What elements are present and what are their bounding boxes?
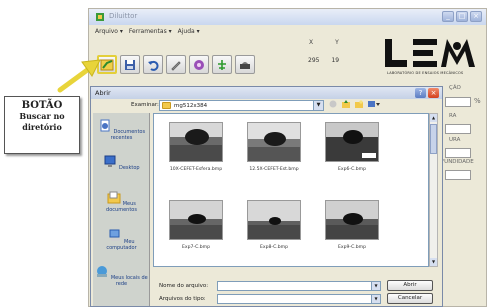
- callout-line-1: BOTÃO: [21, 100, 63, 111]
- menu-ferramentas[interactable]: Ferramentas ▾: [129, 28, 172, 35]
- look-in-select[interactable]: mg512x384 ▼: [159, 100, 324, 111]
- new-folder-icon[interactable]: [355, 100, 363, 108]
- side-label-1: ÇÃO: [449, 85, 461, 91]
- bmp-thumbnail-icon: [247, 122, 301, 162]
- file-item[interactable]: 12.5X-CEFET-Est.bmp: [244, 122, 304, 172]
- dialog-toolbar: [329, 100, 380, 108]
- annotation-callout: BOTÃO Buscar no diretório: [4, 96, 80, 154]
- x-label: X: [309, 39, 314, 46]
- file-list: 10X-CEFET-Esfera.bmp 12.5X-CEFET-Est.bmp…: [153, 113, 429, 267]
- pencil-icon: [171, 60, 181, 71]
- tree-graph-icon: [218, 59, 226, 70]
- bmp-thumbnail-icon: [169, 200, 223, 240]
- chevron-down-icon[interactable]: ▼: [313, 101, 323, 110]
- scroll-down-icon[interactable]: ▼: [430, 258, 437, 266]
- bmp-thumbnail-icon: [247, 200, 301, 240]
- graph-button[interactable]: [212, 55, 232, 74]
- bmp-thumbnail-icon: [325, 200, 379, 240]
- bmp-thumbnail-icon: [325, 122, 379, 162]
- my-computer-icon: [109, 229, 121, 241]
- coords-values: 295 19: [308, 57, 339, 64]
- up-folder-icon[interactable]: [342, 100, 350, 108]
- x-value: 295: [308, 57, 320, 64]
- lem-logo: LABORATÓRIO DE ENSAIOS MECÂNICOS: [381, 37, 487, 81]
- help-button[interactable]: ?: [415, 88, 426, 98]
- bmp-thumbnail-icon: [169, 122, 223, 162]
- look-in-label: Examinar:: [131, 102, 159, 108]
- network-places-icon: [97, 266, 108, 277]
- place-desktop[interactable]: Desktop: [93, 155, 150, 171]
- back-icon[interactable]: [329, 100, 337, 108]
- side-label-3: URA: [449, 137, 461, 143]
- open-button[interactable]: Abrir: [387, 280, 433, 291]
- cancel-button[interactable]: Cancelar: [387, 293, 433, 304]
- floppy-disk-icon: [125, 59, 135, 70]
- file-list-scrollbar[interactable]: ▲ ▼: [429, 113, 438, 267]
- chevron-down-icon[interactable]: ▼: [371, 295, 380, 303]
- scroll-thumb[interactable]: [430, 124, 437, 154]
- annotation-arrow-icon: [57, 59, 101, 93]
- file-item[interactable]: Exp6-C.bmp: [322, 122, 382, 172]
- place-my-documents[interactable]: Meus documentos: [93, 191, 150, 213]
- y-label: Y: [335, 39, 339, 46]
- callout-line-2: Buscar no: [19, 111, 65, 121]
- undo-arrow-icon: [148, 60, 159, 71]
- palette-icon: [194, 59, 204, 70]
- file-item[interactable]: Exp9-C.bmp: [322, 200, 382, 250]
- undo-button[interactable]: [143, 55, 163, 74]
- chevron-down-icon[interactable]: ▼: [371, 282, 380, 290]
- title-bar: Diluittor _ □ ×: [89, 9, 486, 25]
- place-my-computer[interactable]: Meu computador: [93, 229, 150, 251]
- hardware-icon: [240, 61, 250, 69]
- side-field-4[interactable]: [445, 170, 471, 180]
- lem-logo-icon: [385, 39, 475, 67]
- file-name-label: Nome do arquivo:: [159, 283, 209, 289]
- menu-bar: Arquivo ▾ Ferramentas ▾ Ajuda ▾: [89, 25, 486, 37]
- dialog-title-bar: Abrir ? ×: [91, 87, 442, 99]
- lem-subtitle: LABORATÓRIO DE ENSAIOS MECÂNICOS: [387, 71, 464, 75]
- save-button[interactable]: [120, 55, 140, 74]
- side-field-2[interactable]: [445, 124, 471, 134]
- toolbar: [97, 55, 255, 74]
- dialog-close-button[interactable]: ×: [428, 88, 439, 98]
- recent-documents-icon: [100, 119, 110, 132]
- app-logo-icon: [96, 13, 104, 21]
- maximize-button[interactable]: □: [456, 11, 468, 22]
- coords-header: X Y: [309, 39, 339, 46]
- window-controls: _ □ ×: [442, 11, 482, 22]
- file-name-input[interactable]: ▼: [217, 281, 381, 291]
- app-title: Diluittor: [109, 12, 138, 20]
- place-network[interactable]: Meus locais de rede: [93, 265, 150, 287]
- scroll-up-icon[interactable]: ▲: [430, 114, 437, 122]
- minimize-button[interactable]: _: [442, 11, 454, 22]
- close-button[interactable]: ×: [470, 11, 482, 22]
- file-item[interactable]: Exp8-C.bmp: [244, 200, 304, 250]
- my-documents-icon: [107, 191, 121, 204]
- side-label-2: RA: [449, 113, 457, 119]
- callout-line-3: diretório: [22, 122, 62, 132]
- places-bar: Documentos recentes Desktop Meus documen…: [93, 113, 150, 306]
- menu-ajuda[interactable]: Ajuda ▾: [178, 28, 200, 35]
- menu-arquivo[interactable]: Arquivo ▾: [95, 28, 123, 35]
- draw-button[interactable]: [166, 55, 186, 74]
- side-field-3[interactable]: [445, 148, 471, 158]
- file-item[interactable]: Exp7-C.bmp: [166, 200, 226, 250]
- look-in-value: mg512x384: [174, 102, 208, 109]
- export-button[interactable]: [235, 55, 255, 74]
- percent-label: %: [474, 97, 481, 105]
- folder-icon: [162, 102, 171, 109]
- view-menu-icon[interactable]: [368, 100, 380, 108]
- file-type-label: Arquivos do tipo:: [159, 296, 206, 302]
- y-value: 19: [331, 57, 340, 64]
- side-field-1[interactable]: [445, 97, 471, 107]
- desktop-icon: [104, 155, 116, 167]
- file-type-select[interactable]: ▼: [217, 294, 381, 304]
- place-recent[interactable]: Documentos recentes: [93, 119, 150, 141]
- open-dialog: Abrir ? × Examinar: mg512x384 ▼ Document…: [90, 86, 443, 307]
- side-label-4: FUNDIDADE: [441, 159, 474, 165]
- recolor-button[interactable]: [189, 55, 209, 74]
- file-item[interactable]: 10X-CEFET-Esfera.bmp: [166, 122, 226, 172]
